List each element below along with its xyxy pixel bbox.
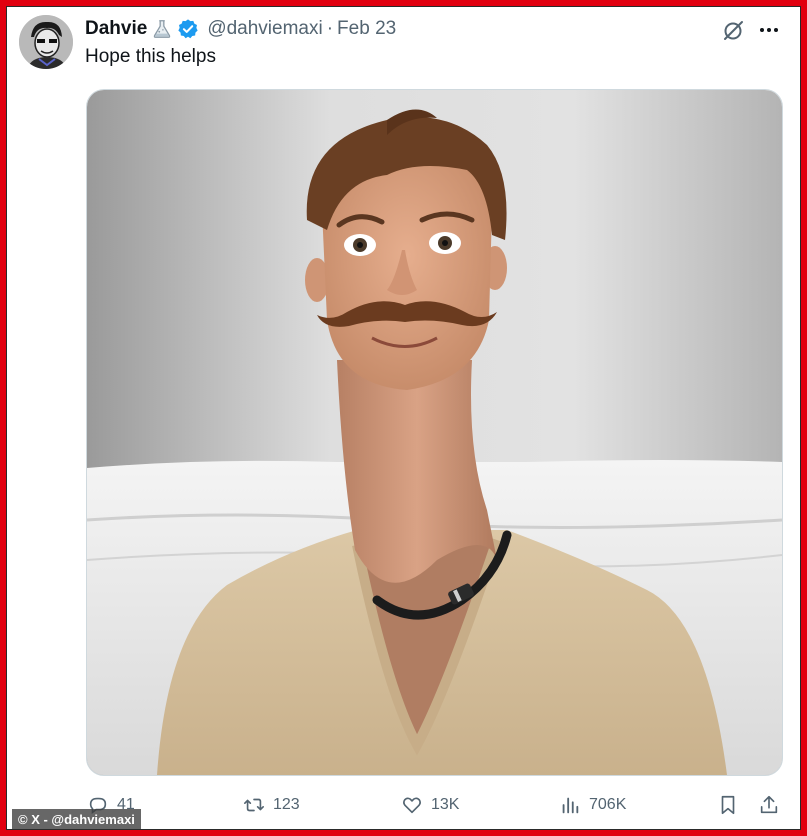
more-icon[interactable] <box>757 18 781 42</box>
author-handle[interactable]: @dahviemaxi <box>207 18 322 40</box>
flask-icon <box>154 20 171 38</box>
grok-icon[interactable] <box>722 18 746 42</box>
avatar-image <box>19 15 73 69</box>
retweet-count: 123 <box>273 796 300 813</box>
views-count: 706K <box>589 796 627 813</box>
retweet-icon <box>244 798 264 812</box>
watermark: © X - @dahviemaxi <box>12 809 141 829</box>
author-name[interactable]: Dahvie <box>85 18 147 40</box>
tweet-date[interactable]: Feb 23 <box>337 18 396 40</box>
views-icon <box>562 797 579 814</box>
like-count: 13K <box>431 796 460 813</box>
tweet-text: Hope this helps <box>85 46 216 67</box>
tweet-header: Dahvie @dahviemaxi · Feb 23 <box>85 16 396 42</box>
views-button[interactable]: 706K <box>559 790 626 820</box>
like-button[interactable]: 13K <box>401 790 459 820</box>
bookmark-icon <box>721 795 735 815</box>
header-separator: · <box>326 18 334 39</box>
bookmark-button[interactable] <box>717 790 739 820</box>
share-button[interactable] <box>758 790 780 820</box>
verified-badge-icon <box>178 19 198 39</box>
retweet-button[interactable]: 123 <box>243 790 300 820</box>
share-icon <box>760 795 778 814</box>
like-icon <box>403 797 421 814</box>
avatar[interactable] <box>19 15 73 69</box>
tweet-photo <box>87 90 782 775</box>
tweet-media[interactable] <box>86 89 783 776</box>
